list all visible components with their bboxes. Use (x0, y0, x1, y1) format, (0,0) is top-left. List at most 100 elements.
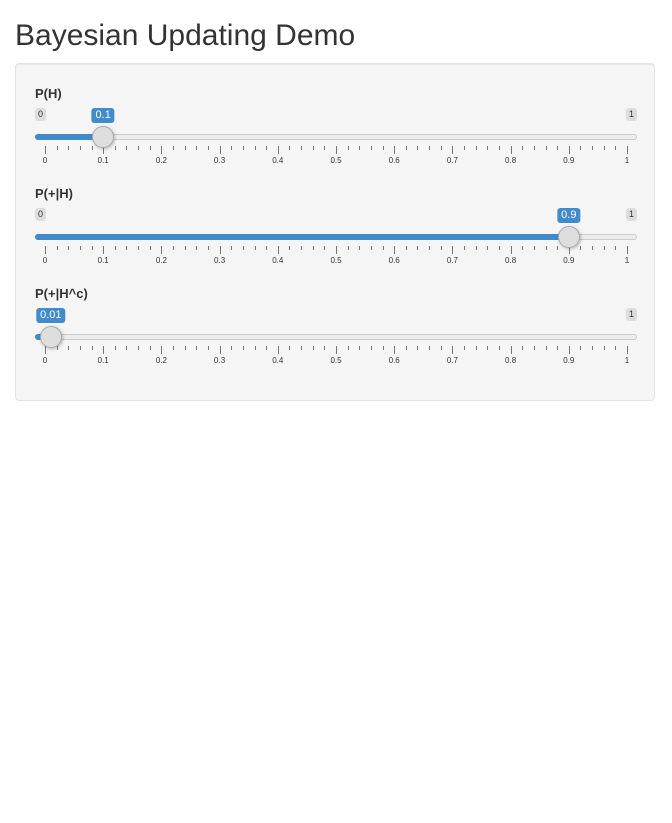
slider-minor-tick (126, 246, 128, 250)
slider-minor-tick (359, 246, 361, 250)
sidebar-panel: P(H) 0 1 0.1 0 0.1 0.2 0.3 0.4 0.5 0.6 0.7 0.8 0.… (15, 63, 655, 401)
slider-minor-tick (196, 246, 198, 250)
slider-minor-tick (440, 346, 442, 350)
slider-grid: 0 0.1 0.2 0.3 0.4 0.5 0.6 0.7 0.8 0.9 1 (35, 246, 637, 268)
slider-minor-tick (91, 346, 93, 350)
slider-minor-tick (533, 346, 535, 350)
slider-minor-tick (126, 146, 128, 150)
slider-minor-tick (266, 146, 268, 150)
slider-p-h[interactable]: 0 1 0.1 0 0.1 0.2 0.3 0.4 0.5 0.6 0.7 0.8 0.9 1 (35, 108, 637, 168)
slider-minor-tick (79, 246, 81, 250)
slider-track[interactable] (35, 134, 637, 140)
slider-minor-tick (533, 246, 535, 250)
slider-p-plus-hc[interactable]: 0 1 0.01 0 0.1 0.2 0.3 0.4 0.5 0.6 0.7 0.8 0.9 1 (35, 308, 637, 368)
slider-minor-tick (254, 246, 256, 250)
slider-tick-label: 0.4 (272, 156, 284, 165)
slider-minor-tick (173, 246, 175, 250)
slider-major-tick (510, 346, 512, 354)
slider-minor-tick (475, 346, 477, 350)
slider-major-tick (219, 246, 221, 254)
slider-handle[interactable] (557, 226, 580, 248)
slider-tick-label: 0.3 (214, 356, 226, 365)
slider-minor-tick (615, 146, 617, 150)
slider-tick-label: 0.8 (505, 156, 517, 165)
slider-max-label: 1 (625, 108, 637, 121)
slider-value-label: 0.9 (557, 208, 581, 223)
slider-tick-label: 0.2 (155, 256, 167, 265)
slider-tick-label: 0.9 (563, 356, 575, 365)
slider-tick-label: 0.1 (97, 256, 109, 265)
slider-minor-tick (487, 146, 489, 150)
slider-tick-label: 0.7 (446, 256, 458, 265)
slider-tick-label: 0.6 (388, 256, 400, 265)
slider-tick-label: 0.7 (446, 356, 458, 365)
slider-tick-label: 0.4 (272, 256, 284, 265)
slider-minor-tick (429, 346, 431, 350)
slider-minor-tick (196, 346, 198, 350)
slider-major-tick (452, 246, 454, 254)
slider-minor-tick (173, 346, 175, 350)
slider-minor-tick (149, 146, 151, 150)
slider-minor-tick (173, 146, 175, 150)
slider-minor-tick (498, 346, 500, 350)
slider-minor-tick (207, 346, 209, 350)
slider-tick-label: 0.4 (272, 356, 284, 365)
slider-minor-tick (289, 246, 291, 250)
slider-minor-tick (184, 246, 186, 250)
slider-tick-label: 0.6 (388, 356, 400, 365)
slider-major-tick (277, 146, 279, 154)
slider-handle[interactable] (92, 126, 115, 148)
slider-minor-tick (289, 146, 291, 150)
slider-minor-tick (592, 346, 594, 350)
slider-major-tick (627, 346, 628, 354)
slider-minor-tick (149, 246, 151, 250)
slider-tick-label: 0 (42, 156, 48, 165)
slider-minor-tick (56, 246, 58, 250)
slider-minor-tick (312, 246, 314, 250)
slider-major-tick (219, 346, 221, 354)
slider-minor-tick (475, 146, 477, 150)
slider-minor-tick (603, 146, 605, 150)
slider-minor-tick (312, 146, 314, 150)
slider-minor-tick (475, 246, 477, 250)
slider-minor-tick (68, 346, 70, 350)
slider-minor-tick (312, 346, 314, 350)
slider-minor-tick (347, 346, 349, 350)
slider-minor-tick (324, 146, 326, 150)
slider-p-plus-h[interactable]: 0 1 0.9 0 0.1 0.2 0.3 0.4 0.5 0.6 0.7 0.8 0.9 1 (35, 208, 637, 268)
slider-major-tick (277, 246, 279, 254)
slider-minor-tick (557, 246, 559, 250)
slider-minor-tick (254, 346, 256, 350)
slider-minor-tick (138, 246, 140, 250)
slider-minor-tick (68, 146, 70, 150)
slider-minor-tick (242, 246, 244, 250)
slider-major-tick (45, 146, 46, 154)
slider-minor-tick (91, 246, 93, 250)
slider-minor-tick (487, 346, 489, 350)
slider-major-tick (394, 346, 396, 354)
slider-major-tick (394, 246, 396, 254)
slider-minor-tick (557, 346, 559, 350)
slider-tick-label: 0.5 (330, 256, 342, 265)
slider-minor-tick (370, 246, 372, 250)
slider-track[interactable] (35, 334, 637, 340)
slider-minor-tick (242, 346, 244, 350)
slider-handle[interactable] (39, 326, 62, 348)
slider-minor-tick (382, 346, 384, 350)
slider-minor-tick (56, 346, 58, 350)
slider-minor-tick (301, 346, 303, 350)
slider-minor-tick (405, 246, 407, 250)
slider-major-tick (627, 246, 628, 254)
slider-minor-tick (580, 246, 582, 250)
slider-major-tick (161, 246, 163, 254)
slider-max-label: 1 (625, 308, 637, 321)
slider-minor-tick (382, 146, 384, 150)
slider-minor-tick (266, 246, 268, 250)
slider-minor-tick (138, 146, 140, 150)
slider-minor-tick (149, 346, 151, 350)
slider-minor-tick (405, 346, 407, 350)
slider-major-tick (161, 146, 163, 154)
slider-minor-tick (603, 346, 605, 350)
slider-minor-tick (114, 146, 116, 150)
slider-minor-tick (440, 146, 442, 150)
